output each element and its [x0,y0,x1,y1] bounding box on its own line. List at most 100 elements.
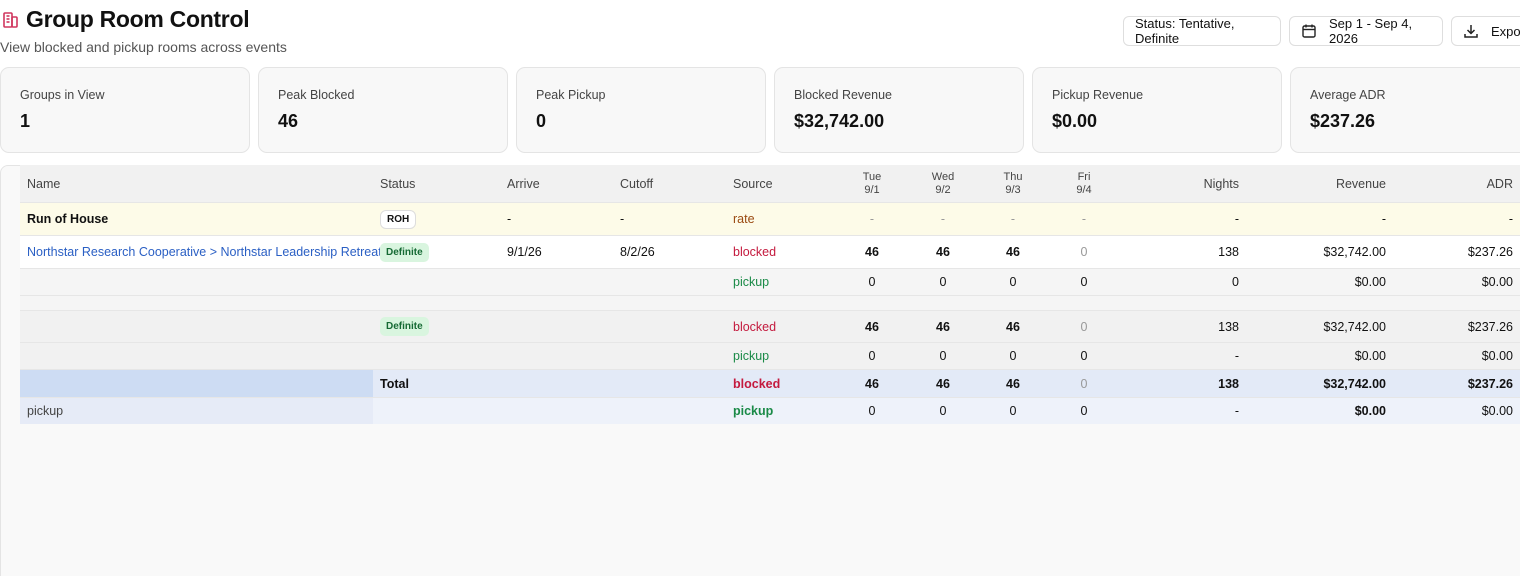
table-total-row: Total blocked 46 46 46 0 138 $32,742.00 … [20,370,1520,398]
status-badge: Definite [380,242,429,262]
col-header-source[interactable]: Source [733,165,773,202]
status-filter-label: Status: Tentative, Definite [1135,16,1235,46]
card-label: Pickup Revenue [1052,88,1144,102]
row-arrive: - [507,212,512,226]
row-day-value: 46 [865,376,879,391]
row-source: pickup [733,404,774,418]
col-header-day[interactable]: Fri 9/4 [1054,165,1114,202]
table-row: Northstar Research Cooperative > Northst… [20,236,1520,269]
row-revenue: - [1381,212,1386,226]
row-adr: $237.26 [1467,245,1513,259]
row-day-value: 46 [936,319,950,334]
card-label: Blocked Revenue [794,88,892,102]
row-day-value: 0 [1009,349,1017,363]
row-day-value: - [869,212,875,226]
row-nights: 138 [1218,376,1239,391]
row-nights: 138 [1218,319,1239,334]
row-day-value: 46 [1006,376,1020,391]
status-filter-button[interactable]: Status: Tentative, Definite [1123,16,1281,46]
row-day-value: 46 [865,245,879,259]
row-revenue: $0.00 [1354,275,1386,289]
day-date: 9/3 [1005,183,1021,196]
row-source: blocked [733,319,777,334]
total-pickup-label: pickup [20,398,373,424]
row-day-value: 0 [939,349,947,363]
card-label: Groups in View [20,88,105,102]
row-revenue: $32,742.00 [1323,319,1386,334]
col-header-revenue[interactable]: Revenue [1256,165,1386,202]
row-cutoff: - [620,212,625,226]
row-nights: 0 [1232,275,1239,289]
row-day-value: 0 [1080,376,1088,391]
table-row-run-of-house[interactable]: Run of House ROH - - rate - - - - - - - [20,203,1520,236]
col-header-day[interactable]: Thu 9/3 [983,165,1043,202]
col-header-status[interactable]: Status [380,165,415,202]
row-source: pickup [733,349,770,363]
card-value: $237.26 [1310,111,1376,131]
day-dow: Fri [1077,170,1091,183]
row-day-value: - [940,212,946,226]
row-day-value: 0 [868,349,876,363]
row-status: ROH [372,203,417,235]
table-spacer-row [20,296,1520,311]
row-adr: $0.00 [1481,404,1513,418]
row-day-value: 0 [1009,404,1017,418]
row-nights: - [1234,404,1239,418]
row-day-value: 0 [1080,319,1088,334]
col-header-nights[interactable]: Nights [1140,165,1239,202]
card-label: Peak Pickup [536,88,606,102]
row-day-value: 0 [1080,349,1088,363]
card-value: 0 [536,111,547,131]
card-value: $32,742.00 [794,111,885,131]
row-day-value: 46 [1006,245,1020,259]
row-name: Run of House [27,212,109,226]
day-date: 9/4 [1076,183,1092,196]
row-day-value: 0 [1080,245,1088,259]
row-day-value: 0 [868,275,876,289]
day-dow: Tue [862,170,882,183]
card-value: $0.00 [1052,111,1098,131]
row-adr: $0.00 [1481,275,1513,289]
card-value: 1 [20,111,31,131]
col-header-cutoff[interactable]: Cutoff [620,165,653,202]
row-day-value: 46 [936,245,950,259]
row-day-value: 0 [868,404,876,418]
table-row: Definite blocked 46 46 46 0 138 $32,742.… [20,311,1520,343]
table-total-row: pickup pickup 0 0 0 0 - $0.00 $0.00 [20,398,1520,424]
card-label: Average ADR [1310,88,1386,102]
row-source: blocked [733,376,781,391]
row-day-value: 0 [939,404,947,418]
card-peak-blocked: Peak Blocked 46 [258,67,508,153]
col-header-arrive[interactable]: Arrive [507,165,540,202]
row-day-value: 0 [1080,404,1088,418]
card-average-adr: Average ADR $237.26 [1290,67,1520,153]
page-subtitle: View blocked and pickup rooms across eve… [0,39,287,55]
group-link[interactable]: Northstar Research Cooperative > Northst… [27,236,382,268]
col-header-day[interactable]: Wed 9/2 [913,165,973,202]
row-status: Definite [374,236,429,268]
row-arrive: 9/1/26 [507,245,542,259]
row-status: Definite [374,311,429,342]
col-header-day[interactable]: Tue 9/1 [842,165,902,202]
col-header-adr[interactable]: ADR [1402,165,1513,202]
download-icon [1463,23,1479,39]
title-group: Group Room Control [0,6,250,33]
row-adr: - [1508,212,1513,226]
row-revenue: $0.00 [1354,349,1386,363]
date-range-button[interactable]: Sep 1 - Sep 4, 2026 [1289,16,1443,46]
row-adr: $0.00 [1481,349,1513,363]
row-day-value: - [1010,212,1016,226]
total-name-cell [20,370,373,397]
export-label: Expo [1491,23,1520,39]
col-header-name[interactable]: Name [27,165,60,202]
export-button[interactable]: Expo [1451,16,1520,46]
roh-badge: ROH [380,209,417,229]
row-nights: - [1234,349,1239,363]
row-source: blocked [733,245,777,259]
total-label: Total [380,376,409,391]
row-day-value: 0 [1009,275,1017,289]
page-header: Group Room Control View blocked and pick… [0,0,1520,62]
calendar-icon [1301,23,1317,39]
table-row: pickup 0 0 0 0 0 $0.00 $0.00 [20,269,1520,296]
card-groups-in-view: Groups in View 1 [0,67,250,153]
